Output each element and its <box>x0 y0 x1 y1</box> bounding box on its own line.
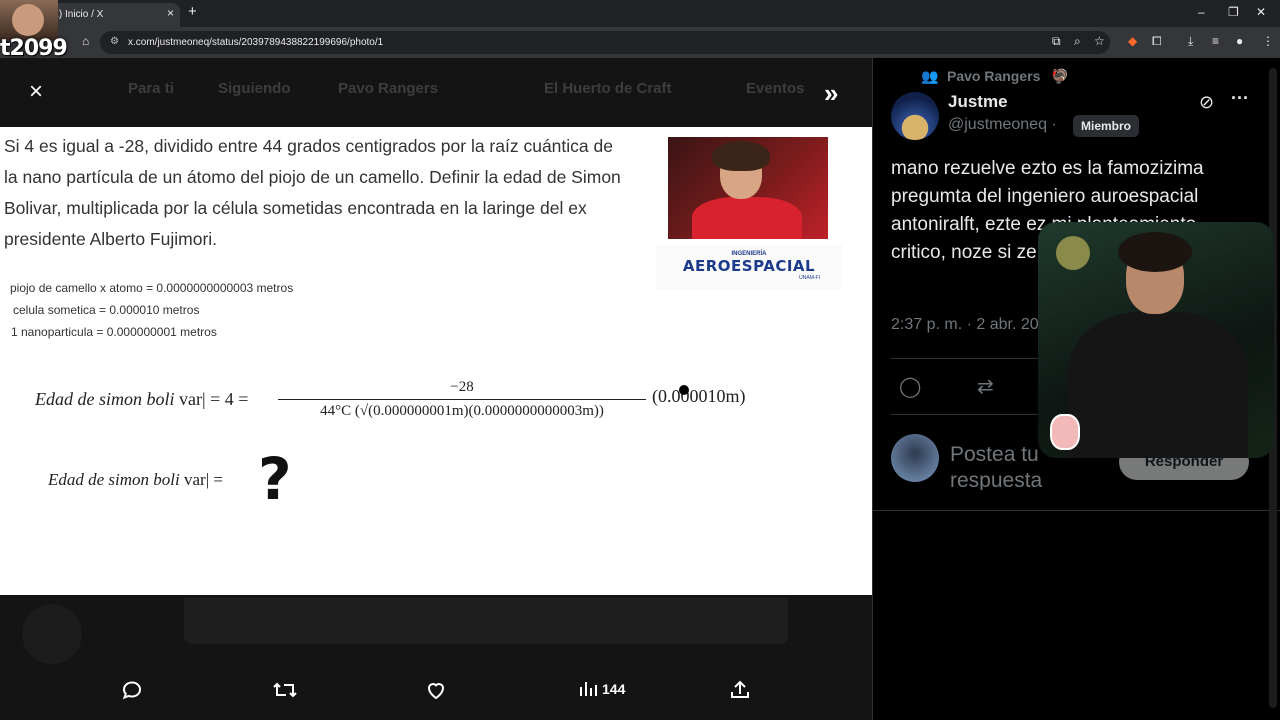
handwritten-question-mark: ? <box>258 445 292 513</box>
profile-avatar-icon[interactable]: ● <box>1236 34 1243 48</box>
comment-icon[interactable] <box>120 678 144 708</box>
community-people-icon: 👥 <box>921 68 939 84</box>
logo-top-text: INGENIERÍA <box>731 251 767 257</box>
site-info-icon[interactable]: ⚙ <box>110 36 119 47</box>
bookmark-star-icon[interactable]: ☆ <box>1094 34 1105 48</box>
definition-line: piojo de camello x atomo = 0.00000000000… <box>10 281 294 295</box>
download-icon[interactable]: ⤓ <box>1188 34 1193 49</box>
equation-1-lhs-italic: Edad de simon boli <box>35 389 175 409</box>
person-hoodie <box>692 197 802 239</box>
annotation-dot <box>679 385 689 395</box>
ghost-tab-para-ti: Para ti <box>128 80 174 97</box>
grok-icon[interactable]: ⊘ <box>1199 92 1214 113</box>
person-hair <box>712 141 770 171</box>
media-icon[interactable]: ≡ <box>1212 34 1219 48</box>
browser-toolbar: ⌂ ⚙ x.com/justmeoneq/status/203978943882… <box>0 27 1280 58</box>
close-viewer-button[interactable]: × <box>24 80 48 104</box>
menu-kebab-icon[interactable]: ⋮ <box>1262 34 1274 48</box>
logo-main-text: AEROESPACIAL <box>682 257 816 275</box>
definition-line: 1 nanoparticula = 0.000000001 metros <box>11 325 217 339</box>
problem-statement: Si 4 es igual a -28, dividido entre 44 g… <box>4 136 621 249</box>
turkey-icon: 🦃 <box>1051 68 1069 84</box>
equation-1-factor: (0.000010m) <box>652 386 746 406</box>
definition-line: celula sometica = 0.000010 metros <box>13 303 200 317</box>
equation-1-lhs: Edad de simon boli var| = 4 = <box>35 389 248 410</box>
heart-icon[interactable] <box>424 678 448 708</box>
extension-icon[interactable]: ◆ <box>1128 34 1137 48</box>
streamer-webcam-small <box>0 0 58 40</box>
equation-1-fraction: −28 44°C (√(0.000000001m)(0.000000000000… <box>278 379 646 420</box>
photo-viewer: Para ti Siguiendo Pavo Rangers El Huerto… <box>0 58 872 720</box>
reply-icon[interactable]: ◯ <box>899 374 921 399</box>
tab-close-icon[interactable]: × <box>167 6 174 20</box>
logo-sub-text: UNAM-FI <box>799 275 820 281</box>
equation-1-denominator: 44°C (√(0.000000001m)(0.0000000000003m)) <box>320 403 604 419</box>
expand-panel-button[interactable]: » <box>824 78 838 109</box>
tab-title: (1) Inicio / X <box>50 9 104 20</box>
extensions-puzzle-icon[interactable]: ⧠ <box>1152 34 1162 49</box>
new-tab-button[interactable]: + <box>188 3 197 20</box>
author-avatar[interactable] <box>891 92 939 140</box>
streamer-hair <box>1118 232 1192 272</box>
divider <box>873 510 1280 511</box>
streamer-body <box>1068 312 1248 458</box>
retweet-icon-svg <box>273 682 297 698</box>
views-count: 144 <box>602 681 626 697</box>
more-options-icon[interactable]: ··· <box>1231 88 1249 109</box>
community-name[interactable]: Pavo Rangers <box>947 68 1040 84</box>
ghost-tab-huerto: El Huerto de Craft <box>544 80 672 97</box>
restore-button[interactable]: ❐ <box>1228 5 1239 19</box>
ghost-compose-box <box>184 598 788 644</box>
equation-2-lhs-italic: Edad de simon boli <box>48 470 180 489</box>
posted-image: Si 4 es igual a -28, dividido entre 44 g… <box>0 127 872 595</box>
retweet-icon[interactable] <box>272 678 298 708</box>
install-icon[interactable]: ⧉ <box>1052 34 1061 49</box>
share-icon[interactable] <box>728 678 752 708</box>
url-text: x.com/justmeoneq/status/2039789438822199… <box>128 37 384 48</box>
member-badge: Miembro <box>1073 115 1140 137</box>
fraction-bar <box>278 399 646 400</box>
views-icon <box>580 682 597 696</box>
my-avatar <box>891 434 939 482</box>
ghost-compose-fab <box>22 604 82 664</box>
home-icon[interactable]: ⌂ <box>82 34 89 48</box>
comment-icon-svg <box>122 681 142 700</box>
heart-icon-svg <box>427 683 445 700</box>
microphone <box>1056 236 1090 270</box>
ghost-tab-eventos: Eventos <box>746 80 805 97</box>
definitions: piojo de camello x atomo = 0.00000000000… <box>10 277 293 343</box>
zoom-icon[interactable]: ⌕ <box>1074 34 1081 49</box>
browser-tab-bar: (1) Inicio / X × + – ❐ ✕ <box>0 0 1280 27</box>
retweet-icon-small[interactable]: ⇄ <box>977 374 994 399</box>
tweet-timestamp[interactable]: 2:37 p. m. · 2 abr. 2026 <box>891 316 1056 334</box>
address-bar[interactable]: ⚙ x.com/justmeoneq/status/20397894388221… <box>100 31 1110 54</box>
window-close-button[interactable]: ✕ <box>1256 5 1266 19</box>
ghost-tab-pavo-rangers: Pavo Rangers <box>338 80 439 97</box>
ghost-tab-siguiendo: Siguiendo <box>218 80 291 97</box>
equation-2-lhs: Edad de simon boli var| = <box>48 470 223 490</box>
share-icon-svg <box>731 680 749 698</box>
equation-2-lhs-roman: var| = <box>179 470 223 489</box>
streamer-face <box>12 4 44 36</box>
pig-sticker <box>1050 414 1080 450</box>
author-name[interactable]: Justme <box>948 92 1008 112</box>
views-button[interactable]: 144 <box>578 678 625 704</box>
aerospace-logo: INGENIERÍA AEROESPACIAL UNAM-FI <box>656 245 842 289</box>
equation-1-numerator: −28 <box>450 379 474 395</box>
minimize-button[interactable]: – <box>1198 5 1205 19</box>
equation-1-lhs-roman: var| = 4 = <box>174 389 249 409</box>
author-handle[interactable]: @justmeoneq · <box>948 116 1057 134</box>
post-actions-bar: 144 <box>0 678 872 718</box>
person-photo <box>668 137 828 239</box>
screen: (1) Inicio / X × + – ❐ ✕ ⌂ ⚙ x.com/justm… <box>0 0 1280 720</box>
